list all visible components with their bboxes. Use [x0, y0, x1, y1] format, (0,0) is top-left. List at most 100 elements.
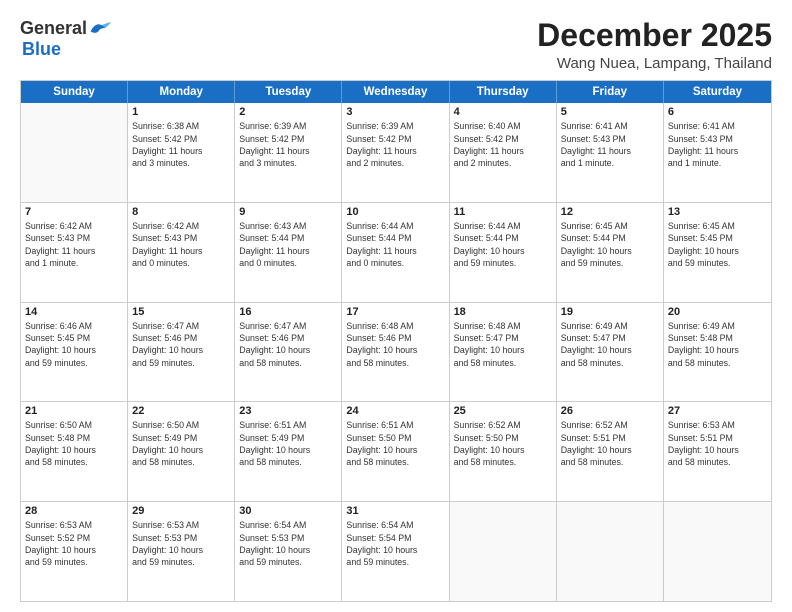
header: General Blue December 2025 Wang Nuea, La…	[20, 18, 772, 72]
cal-row-2: 14 Sunrise: 6:46 AM Sunset: 5:45 PM Dayli…	[21, 302, 771, 402]
cell-info: Sunrise: 6:44 AM Sunset: 5:44 PM Dayligh…	[454, 220, 552, 269]
cell-info: Sunrise: 6:54 AM Sunset: 5:53 PM Dayligh…	[239, 519, 337, 568]
cell-info: Sunrise: 6:50 AM Sunset: 5:49 PM Dayligh…	[132, 419, 230, 468]
cell-day-number: 25	[454, 405, 552, 417]
cal-cell: 26Sunrise: 6:52 AM Sunset: 5:51 PM Dayli…	[557, 402, 664, 501]
cell-day-number: 18	[454, 306, 552, 318]
cell-info: Sunrise: 6:51 AM Sunset: 5:50 PM Dayligh…	[346, 419, 444, 468]
cal-row-3: 21 Sunrise: 6:50 AM Sunset: 5:48 PM Dayli…	[21, 401, 771, 501]
cal-cell: 31 Sunrise: 6:54 AM Sunset: 5:54 PM Dayli…	[342, 502, 449, 601]
cell-info: Sunrise: 6:46 AM Sunset: 5:45 PM Dayligh…	[25, 320, 123, 369]
cell-info: Sunrise: 6:49 AM Sunset: 5:48 PM Dayligh…	[668, 320, 767, 369]
cal-cell: 3Sunrise: 6:39 AM Sunset: 5:42 PM Daylig…	[342, 103, 449, 202]
cell-day-number: 19	[561, 306, 659, 318]
cell-day-number: 9	[239, 206, 337, 218]
cal-cell: 17 Sunrise: 6:48 AM Sunset: 5:46 PM Dayli…	[342, 303, 449, 402]
cell-info: Sunrise: 6:54 AM Sunset: 5:54 PM Dayligh…	[346, 519, 444, 568]
cell-info: Sunrise: 6:45 AM Sunset: 5:45 PM Dayligh…	[668, 220, 767, 269]
cell-day-number: 4	[454, 106, 552, 118]
calendar: SundayMondayTuesdayWednesdayThursdayFrid…	[20, 80, 772, 602]
main-title: December 2025	[537, 18, 772, 53]
page: General Blue December 2025 Wang Nuea, La…	[0, 0, 792, 612]
cal-cell: 4 Sunrise: 6:40 AM Sunset: 5:42 PM Daylig…	[450, 103, 557, 202]
subtitle: Wang Nuea, Lampang, Thailand	[537, 55, 772, 72]
calendar-body: 1 Sunrise: 6:38 AM Sunset: 5:42 PM Daylig…	[21, 103, 771, 601]
cell-info: Sunrise: 6:48 AM Sunset: 5:47 PM Dayligh…	[454, 320, 552, 369]
cell-info: Sunrise: 6:49 AM Sunset: 5:47 PM Dayligh…	[561, 320, 659, 369]
cell-day-number: 28	[25, 505, 123, 517]
cell-day-number: 1	[132, 106, 230, 118]
title-area: December 2025 Wang Nuea, Lampang, Thaila…	[537, 18, 772, 72]
logo: General Blue	[20, 18, 111, 60]
cal-header-friday: Friday	[557, 81, 664, 103]
cell-day-number: 22	[132, 405, 230, 417]
cell-info: Sunrise: 6:41 AM Sunset: 5:43 PM Dayligh…	[668, 120, 767, 169]
cell-info: Sunrise: 6:48 AM Sunset: 5:46 PM Dayligh…	[346, 320, 444, 369]
cal-header-sunday: Sunday	[21, 81, 128, 103]
cell-day-number: 2	[239, 106, 337, 118]
cal-cell: 22 Sunrise: 6:50 AM Sunset: 5:49 PM Dayli…	[128, 402, 235, 501]
cell-day-number: 6	[668, 106, 767, 118]
cell-day-number: 8	[132, 206, 230, 218]
cell-day-number: 12	[561, 206, 659, 218]
cal-cell: 20Sunrise: 6:49 AM Sunset: 5:48 PM Dayli…	[664, 303, 771, 402]
cal-cell: 5 Sunrise: 6:41 AM Sunset: 5:43 PM Daylig…	[557, 103, 664, 202]
cell-day-number: 10	[346, 206, 444, 218]
cal-cell: 25 Sunrise: 6:52 AM Sunset: 5:50 PM Dayli…	[450, 402, 557, 501]
cal-cell: 21 Sunrise: 6:50 AM Sunset: 5:48 PM Dayli…	[21, 402, 128, 501]
cell-day-number: 7	[25, 206, 123, 218]
cal-cell: 27Sunrise: 6:53 AM Sunset: 5:51 PM Dayli…	[664, 402, 771, 501]
cal-cell: 1 Sunrise: 6:38 AM Sunset: 5:42 PM Daylig…	[128, 103, 235, 202]
cal-cell: 13 Sunrise: 6:45 AM Sunset: 5:45 PM Dayli…	[664, 203, 771, 302]
cal-cell: 14 Sunrise: 6:46 AM Sunset: 5:45 PM Dayli…	[21, 303, 128, 402]
cell-day-number: 5	[561, 106, 659, 118]
cell-day-number: 31	[346, 505, 444, 517]
cell-info: Sunrise: 6:41 AM Sunset: 5:43 PM Dayligh…	[561, 120, 659, 169]
cal-header-tuesday: Tuesday	[235, 81, 342, 103]
cell-info: Sunrise: 6:53 AM Sunset: 5:53 PM Dayligh…	[132, 519, 230, 568]
cal-row-4: 28 Sunrise: 6:53 AM Sunset: 5:52 PM Dayli…	[21, 501, 771, 601]
cell-info: Sunrise: 6:40 AM Sunset: 5:42 PM Dayligh…	[454, 120, 552, 169]
cell-info: Sunrise: 6:42 AM Sunset: 5:43 PM Dayligh…	[132, 220, 230, 269]
cal-cell: 10Sunrise: 6:44 AM Sunset: 5:44 PM Dayli…	[342, 203, 449, 302]
cal-cell: 16Sunrise: 6:47 AM Sunset: 5:46 PM Dayli…	[235, 303, 342, 402]
cal-cell: 29 Sunrise: 6:53 AM Sunset: 5:53 PM Dayli…	[128, 502, 235, 601]
cell-day-number: 30	[239, 505, 337, 517]
cell-info: Sunrise: 6:52 AM Sunset: 5:50 PM Dayligh…	[454, 419, 552, 468]
calendar-header: SundayMondayTuesdayWednesdayThursdayFrid…	[21, 81, 771, 103]
cal-cell: 15 Sunrise: 6:47 AM Sunset: 5:46 PM Dayli…	[128, 303, 235, 402]
cal-header-monday: Monday	[128, 81, 235, 103]
cal-header-saturday: Saturday	[664, 81, 771, 103]
cal-cell: 18 Sunrise: 6:48 AM Sunset: 5:47 PM Dayli…	[450, 303, 557, 402]
cal-cell: 11Sunrise: 6:44 AM Sunset: 5:44 PM Dayli…	[450, 203, 557, 302]
cal-cell: 30 Sunrise: 6:54 AM Sunset: 5:53 PM Dayli…	[235, 502, 342, 601]
cal-cell: 28 Sunrise: 6:53 AM Sunset: 5:52 PM Dayli…	[21, 502, 128, 601]
cell-day-number: 17	[346, 306, 444, 318]
logo-general-text: General	[20, 18, 87, 39]
cell-info: Sunrise: 6:45 AM Sunset: 5:44 PM Dayligh…	[561, 220, 659, 269]
cal-cell: 7Sunrise: 6:42 AM Sunset: 5:43 PM Daylig…	[21, 203, 128, 302]
cal-cell	[21, 103, 128, 202]
cell-day-number: 13	[668, 206, 767, 218]
cal-header-thursday: Thursday	[450, 81, 557, 103]
cell-day-number: 29	[132, 505, 230, 517]
cell-info: Sunrise: 6:50 AM Sunset: 5:48 PM Dayligh…	[25, 419, 123, 468]
cell-info: Sunrise: 6:51 AM Sunset: 5:49 PM Dayligh…	[239, 419, 337, 468]
cell-info: Sunrise: 6:38 AM Sunset: 5:42 PM Dayligh…	[132, 120, 230, 169]
cal-row-0: 1 Sunrise: 6:38 AM Sunset: 5:42 PM Daylig…	[21, 103, 771, 202]
cal-cell: 2Sunrise: 6:39 AM Sunset: 5:42 PM Daylig…	[235, 103, 342, 202]
logo-blue-text: Blue	[22, 39, 61, 59]
cal-cell	[450, 502, 557, 601]
cal-cell: 6 Sunrise: 6:41 AM Sunset: 5:43 PM Daylig…	[664, 103, 771, 202]
cell-info: Sunrise: 6:52 AM Sunset: 5:51 PM Dayligh…	[561, 419, 659, 468]
cal-cell	[557, 502, 664, 601]
cell-info: Sunrise: 6:47 AM Sunset: 5:46 PM Dayligh…	[132, 320, 230, 369]
cell-day-number: 23	[239, 405, 337, 417]
cell-day-number: 15	[132, 306, 230, 318]
cell-info: Sunrise: 6:43 AM Sunset: 5:44 PM Dayligh…	[239, 220, 337, 269]
cell-day-number: 14	[25, 306, 123, 318]
cell-day-number: 21	[25, 405, 123, 417]
cal-cell	[664, 502, 771, 601]
cell-info: Sunrise: 6:53 AM Sunset: 5:52 PM Dayligh…	[25, 519, 123, 568]
cal-cell: 8 Sunrise: 6:42 AM Sunset: 5:43 PM Daylig…	[128, 203, 235, 302]
